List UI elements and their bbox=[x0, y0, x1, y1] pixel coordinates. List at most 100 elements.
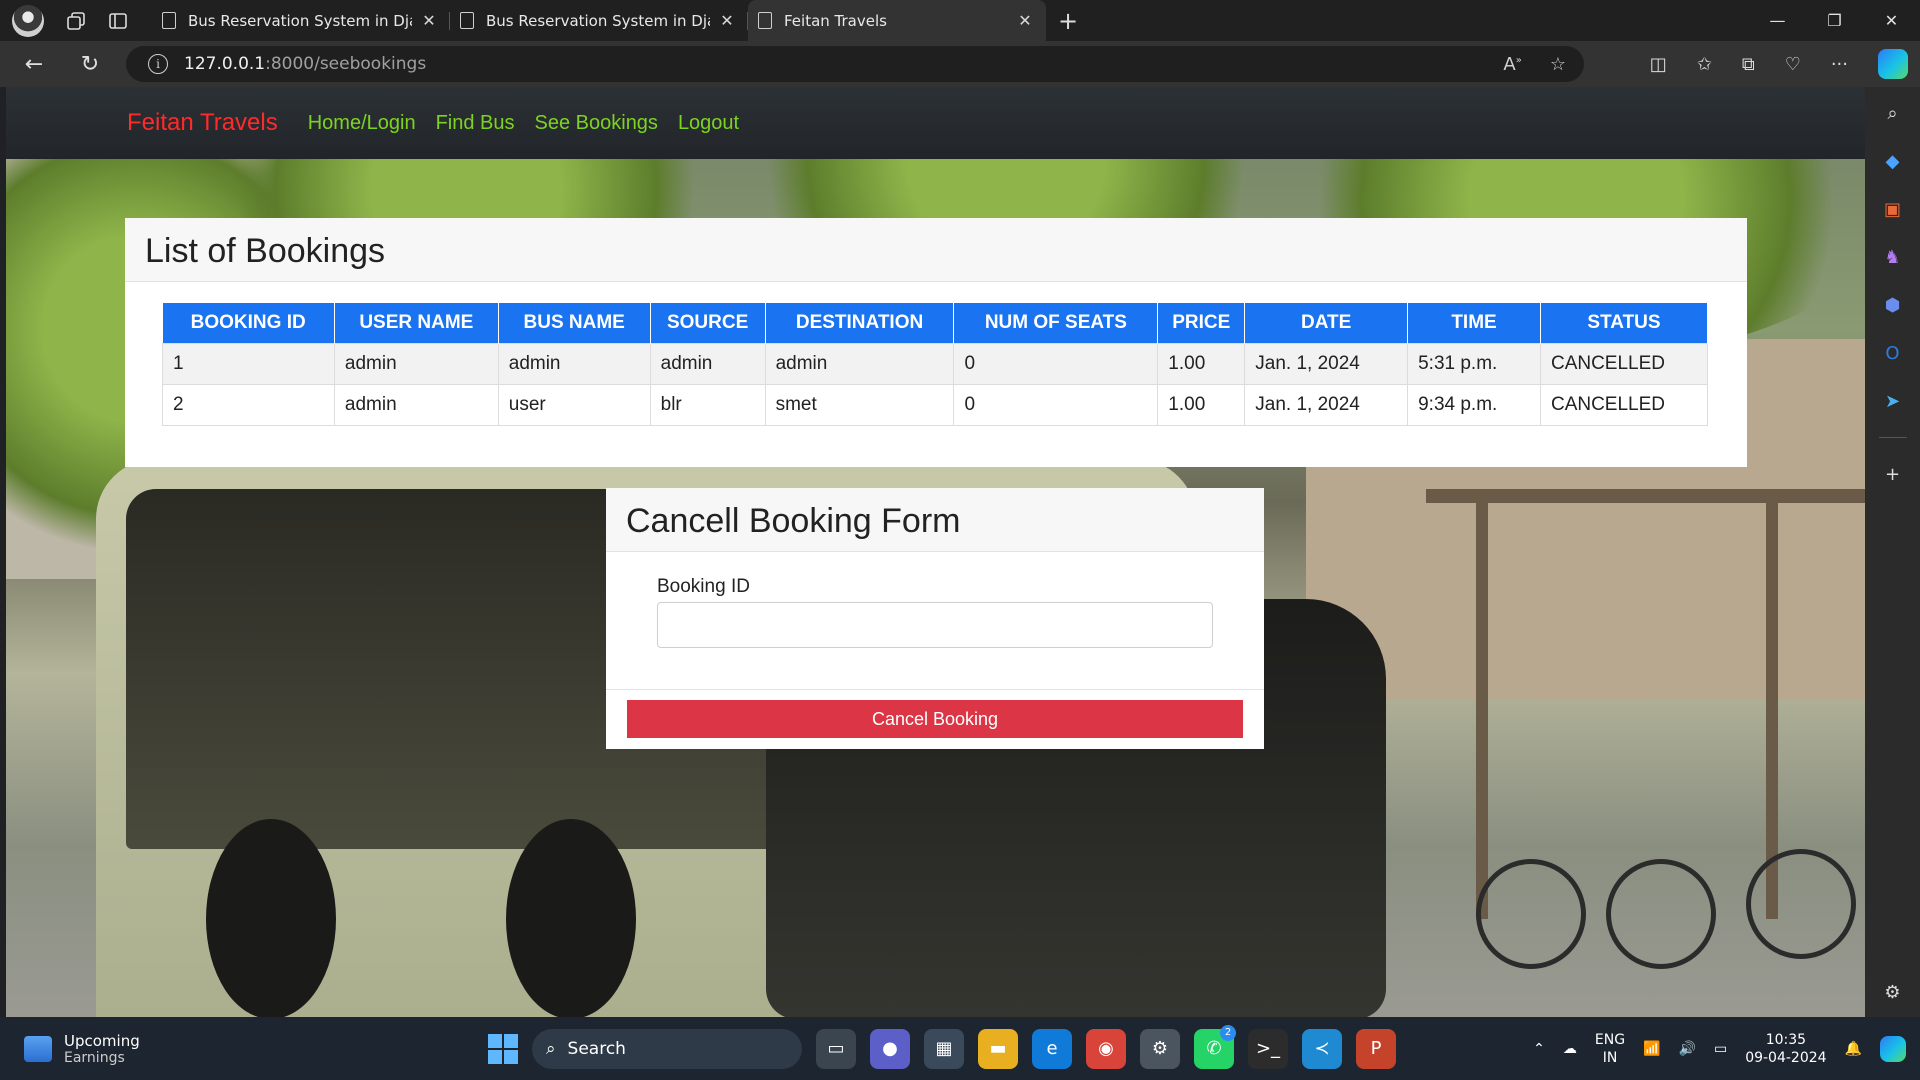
chevron-up-icon[interactable]: ⌃ bbox=[1533, 1041, 1545, 1057]
wifi-icon[interactable]: 📶 bbox=[1643, 1041, 1660, 1057]
nav-home-login[interactable]: Home/Login bbox=[308, 112, 416, 135]
site-navbar: Feitan Travels Home/Login Find Bus See B… bbox=[6, 87, 1865, 159]
col-status: STATUS bbox=[1540, 303, 1709, 343]
cell-user-name: admin bbox=[333, 383, 499, 426]
sidebar-settings-icon[interactable]: ⚙ bbox=[1881, 980, 1905, 1004]
language-code: ENG bbox=[1594, 1031, 1626, 1048]
profile-avatar[interactable] bbox=[12, 4, 44, 37]
microsoft-store-icon[interactable]: ▦ bbox=[924, 1028, 964, 1069]
language-indicator[interactable]: ENG IN bbox=[1595, 1031, 1625, 1067]
powerpoint-icon[interactable]: P bbox=[1356, 1028, 1396, 1069]
cell-date: Jan. 1, 2024 bbox=[1244, 383, 1409, 426]
page-icon bbox=[758, 12, 772, 29]
search-icon[interactable]: ⌕ bbox=[1881, 101, 1905, 125]
tab-3-active[interactable]: Feitan Travels ✕ bbox=[748, 0, 1046, 41]
settings-gear-icon[interactable]: ⚙ bbox=[1140, 1028, 1180, 1069]
vscode-icon[interactable]: ≺ bbox=[1302, 1028, 1342, 1069]
table-header-row: BOOKING ID USER NAME BUS NAME SOURCE DES… bbox=[162, 303, 1709, 343]
sidebar-divider bbox=[1878, 437, 1907, 438]
site-info-icon[interactable]: i bbox=[148, 54, 168, 74]
url-host: 127.0.0.1 bbox=[184, 54, 266, 74]
read-aloud-icon[interactable]: A» bbox=[1503, 54, 1521, 75]
add-sidebar-app-icon[interactable]: + bbox=[1881, 462, 1905, 486]
battery-icon[interactable]: ▭ bbox=[1714, 1041, 1727, 1057]
cancel-form-heading: Cancell Booking Form bbox=[606, 488, 1264, 552]
search-icon: ⌕ bbox=[546, 1038, 556, 1059]
cancel-booking-button[interactable]: Cancel Booking bbox=[627, 700, 1243, 738]
nav-logout[interactable]: Logout bbox=[678, 112, 739, 135]
file-explorer-icon[interactable]: ▬ bbox=[978, 1028, 1018, 1069]
onedrive-cloud-icon[interactable]: ☁ bbox=[1563, 1041, 1577, 1057]
news-widget[interactable]: Upcoming Earnings bbox=[24, 1032, 140, 1066]
whatsapp-icon[interactable]: ✆ 2 bbox=[1194, 1024, 1236, 1069]
col-booking-id: BOOKING ID bbox=[162, 303, 335, 343]
collections-icon[interactable]: ⧉ bbox=[1742, 54, 1755, 75]
chart-icon bbox=[24, 1035, 52, 1062]
page-viewport: Feitan Travels Home/Login Find Bus See B… bbox=[6, 87, 1865, 1017]
whatsapp-badge: 2 bbox=[1220, 1024, 1236, 1041]
clock[interactable]: 10:35 09-04-2024 bbox=[1745, 1031, 1826, 1067]
col-source: SOURCE bbox=[650, 303, 766, 343]
favorites-icon[interactable]: ✩ bbox=[1697, 54, 1712, 75]
clock-time: 10:35 bbox=[1765, 1031, 1807, 1048]
cell-destination: admin bbox=[764, 342, 955, 385]
copilot-icon[interactable] bbox=[1878, 49, 1908, 79]
refresh-icon[interactable]: ↻ bbox=[70, 44, 110, 84]
minimize-icon[interactable]: — bbox=[1749, 0, 1806, 41]
tab-title: Bus Reservation System in Djang bbox=[486, 11, 710, 30]
tools-briefcase-icon[interactable]: ▣ bbox=[1881, 197, 1905, 221]
close-window-icon[interactable]: ✕ bbox=[1863, 0, 1920, 41]
taskbar-search[interactable]: ⌕ Search bbox=[532, 1028, 802, 1069]
tab-2[interactable]: Bus Reservation System in Djang ✕ bbox=[450, 0, 748, 41]
brand-link[interactable]: Feitan Travels bbox=[127, 109, 278, 137]
cell-status: CANCELLED bbox=[1539, 342, 1709, 385]
chrome-icon[interactable]: ◉ bbox=[1086, 1028, 1126, 1069]
edge-browser-icon[interactable]: e bbox=[1032, 1028, 1072, 1069]
tab-1[interactable]: Bus Reservation System in Djang ✕ bbox=[152, 0, 450, 41]
terminal-icon[interactable]: >_ bbox=[1248, 1028, 1288, 1069]
games-icon[interactable]: ♞ bbox=[1881, 245, 1905, 269]
booking-id-input[interactable] bbox=[657, 602, 1213, 648]
table-row: 2 admin user blr smet 0 1.00 Jan. 1, 202… bbox=[162, 383, 1709, 426]
nav-see-bookings[interactable]: See Bookings bbox=[535, 112, 658, 135]
widget-subtitle: Earnings bbox=[64, 1049, 125, 1066]
outlook-icon[interactable]: O bbox=[1881, 341, 1905, 365]
close-tab-icon[interactable]: ✕ bbox=[1014, 10, 1036, 32]
split-screen-icon[interactable]: ◫ bbox=[1650, 54, 1667, 75]
new-tab-icon[interactable]: + bbox=[1058, 7, 1078, 35]
volume-icon[interactable]: 🔊 bbox=[1679, 1041, 1696, 1057]
cell-bus-name: admin bbox=[497, 342, 651, 385]
back-icon[interactable]: ← bbox=[14, 44, 54, 84]
col-price: PRICE bbox=[1157, 303, 1246, 343]
browser-essentials-icon[interactable]: ♡ bbox=[1785, 54, 1801, 75]
copilot-360-icon[interactable]: ⬢ bbox=[1881, 293, 1905, 317]
favorite-star-icon[interactable]: ☆ bbox=[1550, 54, 1566, 75]
vertical-tabs-icon[interactable] bbox=[104, 7, 132, 35]
tab-title: Feitan Travels bbox=[784, 11, 887, 30]
close-tab-icon[interactable]: ✕ bbox=[418, 10, 440, 32]
task-view-icon[interactable]: ▭ bbox=[816, 1028, 856, 1069]
close-tab-icon[interactable]: ✕ bbox=[716, 10, 738, 32]
teams-chat-icon[interactable]: ● bbox=[870, 1028, 910, 1069]
windows-taskbar: Upcoming Earnings ⌕ Search ▭ ● ▦ ▬ e ◉ ⚙… bbox=[0, 1017, 1920, 1080]
send-icon[interactable]: ➤ bbox=[1881, 389, 1905, 413]
cell-time: 5:31 p.m. bbox=[1407, 342, 1541, 385]
system-tray: ⌃ ☁ ENG IN 📶 🔊 ▭ 10:35 09-04-2024 🔔 bbox=[1533, 1017, 1920, 1080]
shopping-tag-icon[interactable]: ◆ bbox=[1881, 149, 1905, 173]
widget-title: Upcoming bbox=[64, 1031, 140, 1050]
col-time: TIME bbox=[1407, 303, 1541, 343]
nav-find-bus[interactable]: Find Bus bbox=[436, 112, 515, 135]
copilot-taskbar-icon[interactable] bbox=[1880, 1035, 1906, 1062]
windows-start-icon[interactable] bbox=[488, 1033, 518, 1064]
cell-destination: smet bbox=[764, 383, 955, 426]
url-field[interactable]: i 127.0.0.1:8000/seebookings A» ☆ bbox=[126, 46, 1584, 82]
notification-bell-icon[interactable]: 🔔 bbox=[1845, 1041, 1862, 1057]
col-date: DATE bbox=[1244, 303, 1409, 343]
more-menu-icon[interactable]: ··· bbox=[1831, 54, 1848, 75]
workspaces-icon[interactable] bbox=[62, 7, 90, 35]
restore-icon[interactable]: ❐ bbox=[1806, 0, 1863, 41]
bookings-table: BOOKING ID USER NAME BUS NAME SOURCE DES… bbox=[162, 303, 1709, 426]
taskbar-search-label: Search bbox=[567, 1038, 626, 1059]
cancel-booking-panel: Cancell Booking Form Booking ID Cancel B… bbox=[606, 488, 1264, 749]
tab-title: Bus Reservation System in Djang bbox=[188, 11, 412, 30]
